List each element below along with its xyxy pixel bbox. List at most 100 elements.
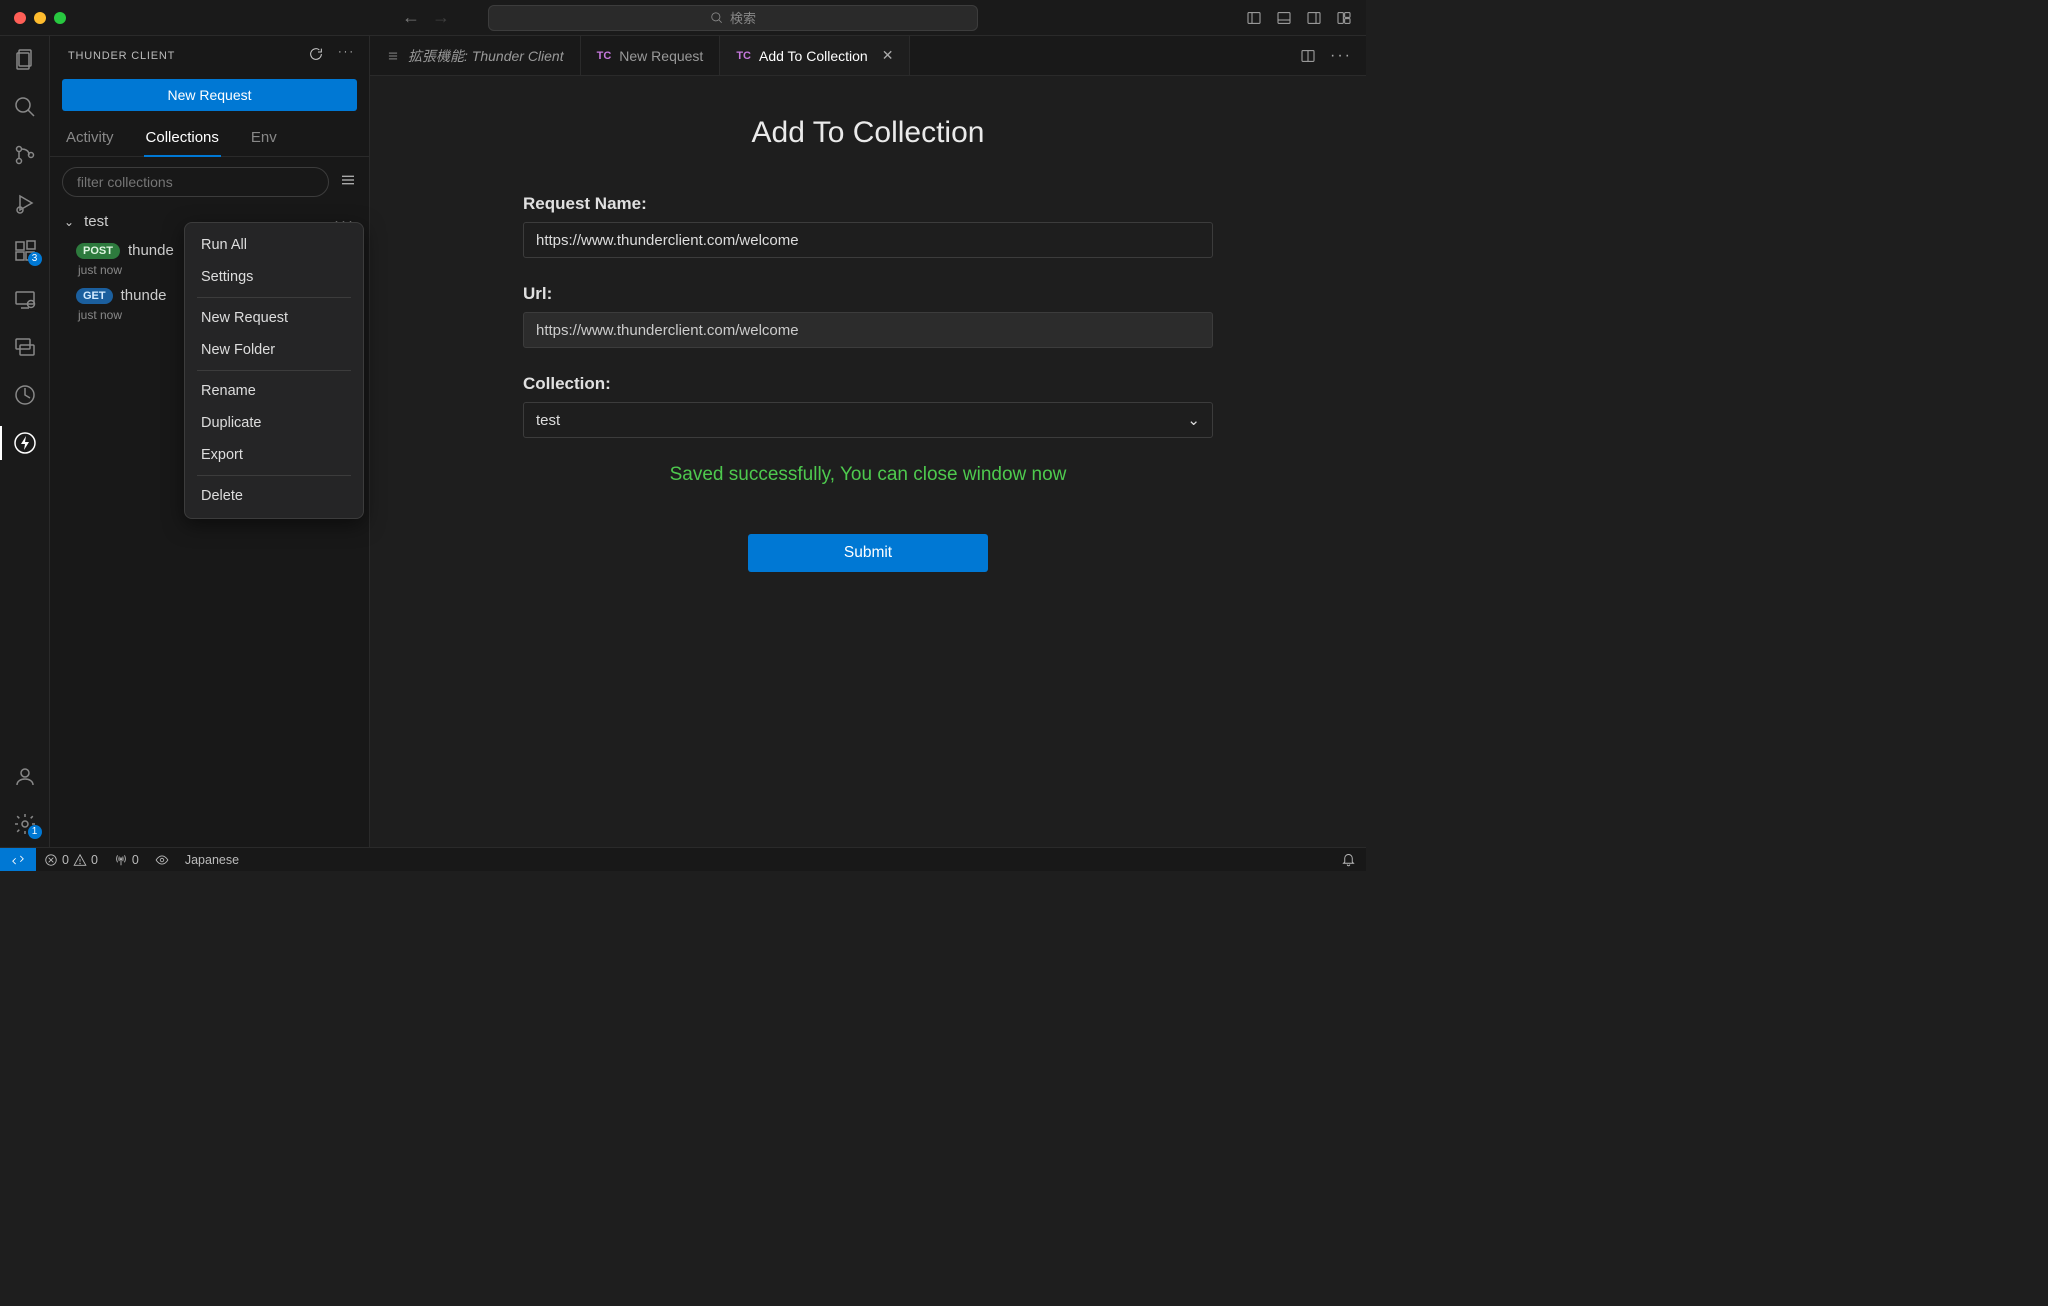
language-label: Japanese <box>185 853 239 867</box>
panel-header: THUNDER CLIENT ··· <box>50 36 369 73</box>
collection-label: Collection: <box>523 374 1213 394</box>
problems-status[interactable]: 0 0 <box>36 853 106 867</box>
bell-icon <box>1341 852 1356 867</box>
tab-label: Add To Collection <box>759 48 868 64</box>
warning-icon <box>73 853 87 867</box>
collection-context-menu: Run All Settings New Request New Folder … <box>184 222 364 519</box>
close-tab-icon[interactable]: ✕ <box>882 47 894 64</box>
collection-select[interactable]: test ⌄ <box>523 402 1213 438</box>
live-share-status[interactable] <box>147 853 177 867</box>
ports-count: 0 <box>132 853 139 867</box>
menu-divider <box>197 370 351 371</box>
menu-delete[interactable]: Delete <box>185 480 363 512</box>
error-icon <box>44 853 58 867</box>
language-status[interactable]: Japanese <box>177 853 247 867</box>
saved-message: Saved successfully, You can close window… <box>523 464 1213 486</box>
new-request-button[interactable]: New Request <box>62 79 357 111</box>
minimize-window-icon[interactable] <box>34 12 46 24</box>
menu-divider <box>197 475 351 476</box>
nav-back-icon[interactable]: ← <box>402 7 420 28</box>
maximize-window-icon[interactable] <box>54 12 66 24</box>
panel-more-icon[interactable]: ··· <box>338 46 355 65</box>
editor-more-icon[interactable]: ··· <box>1330 47 1352 65</box>
chevron-down-icon: ⌄ <box>1187 411 1200 429</box>
nav-forward-icon[interactable]: → <box>432 7 450 28</box>
chat-icon[interactable] <box>12 334 38 360</box>
titlebar-right-icons <box>1246 10 1352 26</box>
gitlens-icon[interactable] <box>12 382 38 408</box>
request-name-label: Request Name: <box>523 194 1213 214</box>
submit-button[interactable]: Submit <box>748 534 988 572</box>
title-bar: ← → 検索 <box>0 0 1366 36</box>
refresh-icon[interactable] <box>308 46 324 65</box>
subtab-env[interactable]: Env <box>249 121 279 156</box>
menu-new-request[interactable]: New Request <box>185 302 363 334</box>
account-icon[interactable] <box>12 763 38 789</box>
close-window-icon[interactable] <box>14 12 26 24</box>
explorer-icon[interactable] <box>12 46 38 72</box>
extensions-icon[interactable]: 3 <box>12 238 38 264</box>
run-debug-icon[interactable] <box>12 190 38 216</box>
remote-indicator[interactable] <box>0 848 36 871</box>
method-badge-get: GET <box>76 288 113 304</box>
eye-icon <box>155 853 169 867</box>
nav-arrows: ← → <box>402 7 450 28</box>
antenna-icon <box>114 853 128 867</box>
request-name: thunde <box>121 287 167 304</box>
menu-run-all[interactable]: Run All <box>185 229 363 261</box>
thunder-client-icon[interactable] <box>12 430 38 456</box>
settings-gear-icon[interactable]: 1 <box>12 811 38 837</box>
tab-new-request[interactable]: TC New Request <box>581 36 721 75</box>
subtab-collections[interactable]: Collections <box>144 121 221 156</box>
ports-status[interactable]: 0 <box>106 853 147 867</box>
tab-extension[interactable]: 拡張機能: Thunder Client <box>370 36 581 75</box>
editor-tabs: 拡張機能: Thunder Client TC New Request TC A… <box>370 36 1366 76</box>
window-controls <box>14 12 66 24</box>
page-heading: Add To Collection <box>523 116 1213 150</box>
panel-subtabs: Activity Collections Env <box>50 121 369 157</box>
tc-badge-icon: TC <box>736 50 751 62</box>
settings-badge: 1 <box>28 825 42 839</box>
collection-name: test <box>84 213 108 230</box>
panel-title: THUNDER CLIENT <box>68 50 175 62</box>
status-bar: 0 0 0 Japanese <box>0 847 1366 871</box>
source-control-icon[interactable] <box>12 142 38 168</box>
menu-rename[interactable]: Rename <box>185 375 363 407</box>
tab-label: 拡張機能: Thunder Client <box>408 46 564 66</box>
search-icon <box>710 11 724 25</box>
filter-collections-input[interactable] <box>62 167 329 197</box>
tab-actions: ··· <box>1286 36 1366 75</box>
menu-settings[interactable]: Settings <box>185 261 363 293</box>
extensions-badge: 3 <box>28 252 42 266</box>
notifications-status[interactable] <box>1333 852 1366 867</box>
chevron-down-icon: ⌄ <box>64 215 74 229</box>
menu-divider <box>197 297 351 298</box>
command-center-search[interactable]: 検索 <box>488 5 978 31</box>
split-editor-icon[interactable] <box>1300 48 1316 64</box>
remote-explorer-icon[interactable] <box>12 286 38 312</box>
request-name: thunde <box>128 242 174 259</box>
request-name-input[interactable] <box>523 222 1213 258</box>
search-placeholder: 検索 <box>730 8 756 27</box>
collections-menu-icon[interactable] <box>339 171 357 194</box>
tc-badge-icon: TC <box>597 50 612 62</box>
list-icon <box>386 49 400 63</box>
menu-duplicate[interactable]: Duplicate <box>185 407 363 439</box>
editor-area: 拡張機能: Thunder Client TC New Request TC A… <box>370 36 1366 847</box>
layout-sidebar-right-icon[interactable] <box>1306 10 1322 26</box>
collection-selected-value: test <box>536 412 560 429</box>
search-activity-icon[interactable] <box>12 94 38 120</box>
layout-sidebar-left-icon[interactable] <box>1246 10 1262 26</box>
form-content: Add To Collection Request Name: Url: Col… <box>433 76 1303 612</box>
menu-export[interactable]: Export <box>185 439 363 471</box>
menu-new-folder[interactable]: New Folder <box>185 334 363 366</box>
tab-add-to-collection[interactable]: TC Add To Collection ✕ <box>720 36 910 75</box>
error-count: 0 <box>62 853 69 867</box>
tab-label: New Request <box>619 48 703 64</box>
filter-row <box>50 157 369 207</box>
subtab-activity[interactable]: Activity <box>64 121 116 156</box>
layout-customize-icon[interactable] <box>1336 10 1352 26</box>
layout-panel-icon[interactable] <box>1276 10 1292 26</box>
url-label: Url: <box>523 284 1213 304</box>
activity-bar: 3 1 <box>0 36 50 847</box>
